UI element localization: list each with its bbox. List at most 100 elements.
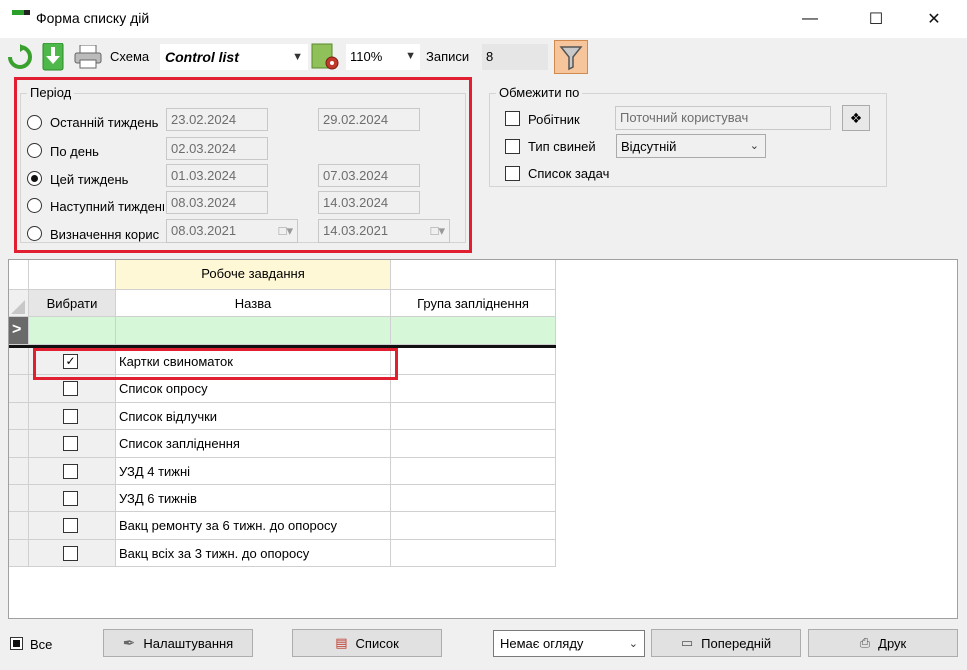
corner-triangle-icon [11, 300, 25, 314]
close-button[interactable]: ✕ [911, 0, 957, 38]
printer-icon: ⎙ [859, 635, 871, 650]
row-group-cell[interactable] [391, 375, 556, 403]
print-button-label: Друк [878, 635, 907, 651]
row-group-cell[interactable] [391, 348, 556, 376]
window-title: Форма списку дій [36, 10, 150, 26]
chevron-down-icon: ⌄ [628, 638, 638, 650]
column-header-name[interactable]: Назва [116, 290, 391, 317]
row-name-cell[interactable]: Вакц ремонту за 6 тижн. до опоросу [116, 512, 391, 540]
filter-icon [559, 46, 583, 71]
grid-corner [9, 260, 29, 290]
chevron-down-icon: ⌄ [749, 140, 759, 152]
row-name-cell[interactable]: Вакц всіх за 3 тижн. до опоросу [116, 539, 391, 568]
pigtype-select[interactable]: Відсутній ⌄ [616, 134, 766, 158]
schema-value: Control list [165, 49, 239, 65]
row-checkbox[interactable] [63, 463, 78, 479]
schema-label: Схема [110, 49, 150, 64]
row-select-cell [29, 485, 116, 513]
app-icon [12, 10, 30, 18]
records-value: 8 [486, 49, 494, 64]
row-checkbox[interactable] [63, 436, 78, 452]
list-icon: ▤ [335, 635, 348, 650]
zoom-value: 110% [350, 49, 383, 64]
row-header[interactable] [9, 402, 29, 431]
row-checkbox[interactable] [63, 518, 78, 534]
pigtype-label: Тип свиней [528, 139, 596, 154]
handshake-icon: ❖ [849, 109, 863, 126]
row-select-cell [29, 457, 116, 485]
row-checkbox[interactable] [63, 545, 78, 561]
printer-icon[interactable] [74, 45, 102, 69]
row-header[interactable] [9, 539, 29, 568]
maximize-button[interactable]: ☐ [853, 0, 899, 38]
row-header[interactable] [9, 485, 29, 513]
worker-checkbox[interactable] [505, 111, 520, 126]
column-header-group[interactable]: Група запліднення [391, 290, 556, 317]
row-name-cell[interactable]: Список відлучки [116, 402, 391, 431]
tasklist-checkbox[interactable] [505, 166, 520, 181]
schema-select[interactable]: Control list ▼ [160, 44, 308, 70]
records-label: Записи [426, 49, 470, 64]
all-checkbox[interactable] [10, 637, 23, 650]
task-grid: Робоче завдання Вибрати Назва Група запл… [8, 259, 958, 619]
worker-label: Робітник [528, 112, 580, 127]
preview-icon: ▭ [680, 635, 694, 650]
row-header[interactable] [9, 348, 29, 376]
records-field: 8 [482, 44, 548, 70]
filter-button[interactable] [554, 40, 588, 74]
zoom-select[interactable]: 110% ▼ [346, 44, 420, 70]
worker-lookup-button[interactable]: ❖ [842, 105, 870, 131]
pigtype-value: Відсутній [621, 139, 677, 154]
row-group-cell[interactable] [391, 402, 556, 431]
filter-cell-select[interactable] [29, 317, 116, 345]
row-header[interactable] [9, 375, 29, 403]
row-select-cell [29, 539, 116, 568]
wrench-icon: ✒ [122, 635, 136, 652]
download-icon[interactable] [40, 43, 66, 71]
preview-select-value: Немає огляду [500, 636, 584, 651]
row-header[interactable] [9, 512, 29, 540]
refresh-icon[interactable] [6, 44, 34, 70]
chevron-down-icon: ▼ [292, 51, 303, 63]
filter-cell-group[interactable] [391, 317, 556, 345]
row-select-cell [29, 430, 116, 458]
row-select-cell [29, 402, 116, 431]
row-header-corner [9, 290, 29, 317]
row-group-cell[interactable] [391, 430, 556, 458]
grid-group-empty [29, 260, 116, 290]
row-name-cell[interactable]: УЗД 4 тижні [116, 457, 391, 485]
row-group-cell[interactable] [391, 457, 556, 485]
filter-cell-name[interactable] [116, 317, 391, 345]
row-group-cell[interactable] [391, 512, 556, 540]
row-checkbox[interactable] [63, 491, 78, 506]
worker-field: Поточний користувач [615, 106, 831, 130]
row-group-cell[interactable] [391, 539, 556, 568]
period-highlight-box [14, 77, 472, 253]
pigtype-checkbox[interactable] [505, 139, 520, 154]
print-button[interactable]: ⎙ Друк [808, 629, 958, 657]
settings-button[interactable]: ✒ Налаштування [103, 629, 253, 657]
previous-button[interactable]: ▭ Попередній [651, 629, 801, 657]
row-header[interactable] [9, 430, 29, 458]
row-name-cell[interactable]: УЗД 6 тижнів [116, 485, 391, 513]
row-name-cell[interactable]: Список запліднення [116, 430, 391, 458]
preview-select[interactable]: Немає огляду ⌄ [493, 630, 645, 657]
current-row-indicator: > [9, 317, 29, 345]
row-checkbox[interactable] [63, 381, 78, 397]
list-button[interactable]: ▤ Список [292, 629, 442, 657]
previous-button-label: Попередній [701, 635, 772, 651]
all-label: Все [30, 637, 53, 652]
list-button-label: Список [355, 635, 399, 651]
schema-settings-icon[interactable] [310, 43, 340, 71]
column-header-select[interactable]: Вибрати [29, 290, 116, 317]
group-header-work-task: Робоче завдання [116, 260, 391, 290]
limit-legend: Обмежити по [496, 85, 583, 100]
row-select-cell [29, 512, 116, 540]
chevron-down-icon: ▼ [405, 50, 416, 62]
row-header[interactable] [9, 457, 29, 485]
grid-group-empty-right [391, 260, 556, 290]
row-checkbox[interactable] [63, 408, 78, 424]
row-group-cell[interactable] [391, 485, 556, 513]
row-highlight-box [33, 348, 398, 380]
minimize-button[interactable]: — [787, 0, 833, 38]
